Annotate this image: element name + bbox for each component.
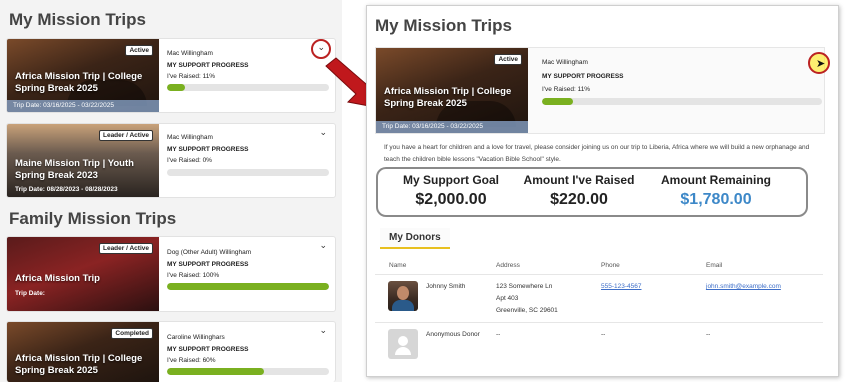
raised-percent: I've Raised: 0% (167, 157, 212, 164)
chevron-down-icon[interactable]: ⌄ (319, 127, 327, 138)
donor-address-line1: -- (496, 331, 501, 338)
progress-fill (167, 84, 185, 91)
participant-name: Mac Willingham (542, 59, 588, 66)
progress-bar (167, 84, 329, 91)
progress-fill (167, 283, 329, 290)
participant-name: Mac Willingham (167, 50, 213, 57)
trip-card-africa[interactable]: Africa Mission Trip | College Spring Bre… (6, 38, 336, 113)
table-row: Johnny Smith 123 Somewhere Ln Apt 403 Gr… (375, 274, 823, 322)
donor-phone: -- (601, 331, 606, 338)
tab-my-donors[interactable]: My Donors (380, 228, 450, 249)
trip-card-family-africa[interactable]: Africa Mission Trip Trip Date: Leader / … (6, 236, 336, 312)
progress-fill (542, 98, 573, 105)
progress-bar (167, 368, 329, 375)
raised-percent: I've Raised: 60% (167, 357, 216, 364)
status-badge: Completed (111, 328, 153, 339)
trip-date: Trip Date: 03/16/2025 - 03/22/2025 (7, 100, 159, 112)
support-progress-label: MY SUPPORT PROGRESS (167, 62, 249, 69)
trip-image: Maine Mission Trip | Youth Spring Break … (7, 124, 159, 197)
raised-percent: I've Raised: 11% (167, 73, 216, 80)
support-goal-stat: My Support Goal $2,000.00 (396, 173, 506, 209)
donor-email-link[interactable]: john.smith@example.com (706, 283, 781, 290)
trip-image: Africa Mission Trip | College Spring Bre… (7, 39, 159, 112)
donor-phone-link[interactable]: 555-123-4567 (601, 283, 641, 290)
trip-image: Africa Mission Trip Trip Date: Leader / … (7, 237, 159, 311)
donor-address-line3: Greenville, SC 29601 (496, 307, 558, 314)
my-mission-trips-heading: My Mission Trips (9, 10, 146, 29)
trip-description: If you have a heart for children and a l… (384, 144, 810, 163)
trip-title: Africa Mission Trip | College Spring Bre… (384, 86, 512, 109)
progress-bar (167, 169, 329, 176)
trip-date: Trip Date: 08/28/2023 - 08/28/2023 (15, 186, 118, 193)
raised-percent: I've Raised: 100% (167, 272, 220, 279)
column-header-address: Address (496, 262, 520, 269)
donors-section: My Donors Name Address Phone Email Johnn… (375, 224, 823, 374)
trip-card-expanded[interactable]: Africa Mission Trip | College Spring Bre… (375, 47, 825, 134)
participant-name: Caroline Willinghars (167, 334, 225, 341)
participant-name: Mac Willingham (167, 134, 213, 141)
donor-name: Johnny Smith (426, 283, 466, 290)
status-badge: Leader / Active (98, 243, 153, 254)
trip-detail-panel: My Mission Trips Africa Mission Trip | C… (366, 5, 839, 377)
support-goal-label: My Support Goal (403, 173, 499, 187)
table-row: Anonymous Donor -- -- -- (375, 322, 823, 366)
amount-raised-value: $220.00 (550, 191, 608, 208)
amount-raised-stat: Amount I've Raised $220.00 (516, 173, 642, 209)
trip-image: Africa Mission Trip | College Spring Bre… (7, 322, 159, 382)
detail-page-title: My Mission Trips (375, 16, 512, 35)
trip-title: Maine Mission Trip | Youth Spring Break … (15, 158, 134, 181)
donor-name: Anonymous Donor (426, 331, 480, 338)
trip-title: Africa Mission Trip | College Spring Bre… (15, 353, 143, 376)
amount-remaining-label: Amount Remaining (661, 173, 771, 187)
trip-card-completed[interactable]: Africa Mission Trip | College Spring Bre… (6, 321, 336, 382)
progress-bar (167, 283, 329, 290)
trip-image: Africa Mission Trip | College Spring Bre… (376, 48, 528, 133)
trip-date: Trip Date: 03/16/2025 - 03/22/2025 (376, 121, 528, 133)
trip-title: Africa Mission Trip | College Spring Bre… (15, 71, 143, 94)
status-badge: Active (494, 54, 522, 65)
column-header-phone: Phone (601, 262, 620, 269)
status-badge: Active (125, 45, 153, 56)
chevron-down-icon[interactable]: ⌄ (319, 240, 327, 251)
support-summary: My Support Goal $2,000.00 Amount I've Ra… (376, 167, 808, 217)
column-header-email: Email (706, 262, 723, 269)
amount-raised-label: Amount I've Raised (523, 173, 635, 187)
avatar-placeholder-icon (388, 329, 418, 359)
family-mission-trips-heading: Family Mission Trips (9, 209, 177, 228)
donor-address-line2: Apt 403 (496, 295, 519, 302)
participant-name: Dog (Other Adult) Willingham (167, 249, 252, 256)
support-progress-label: MY SUPPORT PROGRESS (167, 261, 249, 268)
support-progress-label: MY SUPPORT PROGRESS (167, 146, 249, 153)
amount-remaining-value: $1,780.00 (680, 191, 752, 208)
amount-remaining-stat: Amount Remaining $1,780.00 (654, 173, 778, 209)
progress-bar (542, 98, 822, 105)
support-goal-value: $2,000.00 (415, 191, 487, 208)
support-progress-label: MY SUPPORT PROGRESS (167, 346, 249, 353)
status-badge: Leader / Active (98, 130, 153, 141)
donor-email: -- (706, 331, 711, 338)
chevron-down-icon[interactable]: ⌄ (317, 42, 325, 53)
raised-percent: I've Raised: 11% (542, 86, 591, 93)
chevron-down-icon[interactable]: ⌄ (319, 325, 327, 336)
donor-address-line1: 123 Somewhere Ln (496, 283, 553, 290)
trip-card-maine[interactable]: Maine Mission Trip | Youth Spring Break … (6, 123, 336, 198)
cursor-icon: ➤ (816, 58, 826, 70)
trip-date: Trip Date: (15, 290, 45, 297)
cursor-highlight: ➤ (808, 52, 830, 74)
avatar (388, 281, 418, 311)
column-header-name: Name (389, 262, 407, 269)
trip-title: Africa Mission Trip (15, 273, 100, 284)
support-progress-label: MY SUPPORT PROGRESS (542, 73, 624, 80)
trips-list-panel: My Mission Trips Africa Mission Trip | C… (0, 0, 342, 382)
progress-fill (167, 368, 265, 375)
